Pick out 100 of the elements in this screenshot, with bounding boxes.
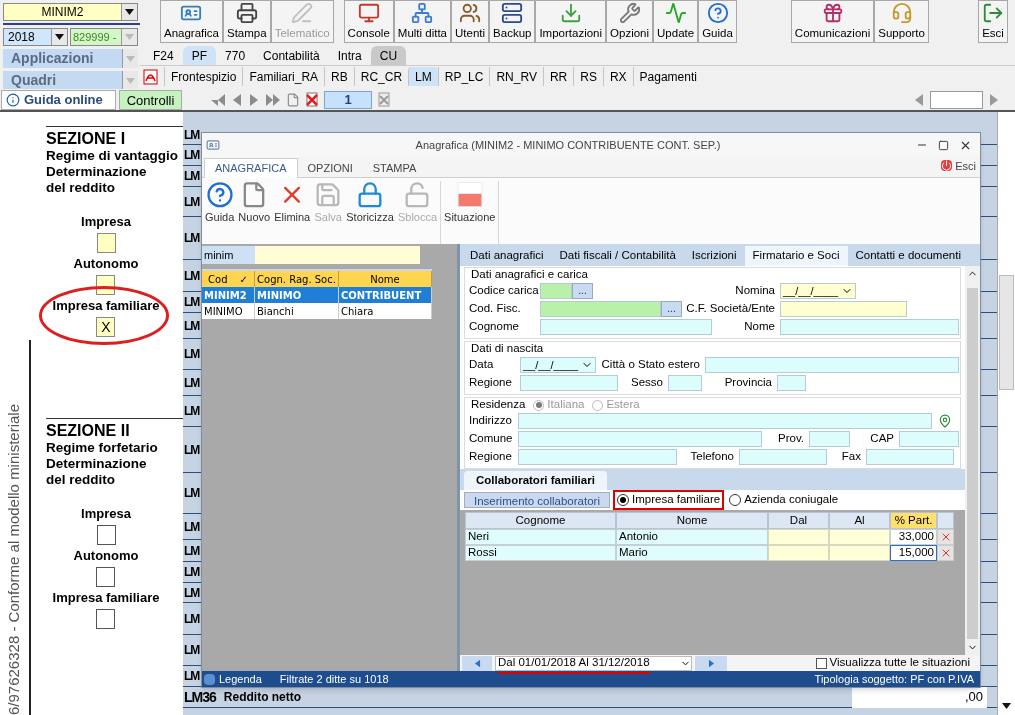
- double-right-arrow-icon[interactable]: [265, 92, 281, 107]
- input-field[interactable]: [930, 90, 983, 109]
- detail-tab[interactable]: Dati fiscali / Contabilità: [551, 246, 684, 266]
- column-header[interactable]: Cogn. Rag. Soc.: [257, 271, 336, 287]
- ribbon-button[interactable]: Situazione: [443, 181, 497, 225]
- caret-icon[interactable]: [1002, 703, 1011, 709]
- dropdown-button[interactable]: [121, 4, 137, 20]
- page-icon[interactable]: [286, 92, 300, 107]
- toolbar-button[interactable]: Esci: [978, 0, 1008, 43]
- input-field[interactable]: [668, 375, 702, 391]
- input-field[interactable]: [780, 319, 959, 335]
- detail-tab[interactable]: Dati anagrafici: [462, 246, 552, 266]
- input-field[interactable]: [777, 375, 806, 391]
- input-field[interactable]: [518, 413, 932, 429]
- toolbar-button[interactable]: Console: [343, 0, 394, 43]
- show-all-checkbox[interactable]: Visualizza tutte le situazioni: [815, 654, 970, 672]
- maximize-icon[interactable]: [938, 139, 949, 151]
- period-combo[interactable]: Dal 01/01/2018 Al 31/12/2018: [495, 655, 692, 671]
- dropdown-button[interactable]: [51, 29, 67, 45]
- scrollbar[interactable]: [997, 112, 1015, 715]
- app-tab[interactable]: Intra: [328, 46, 371, 65]
- toolbar-button[interactable]: Utenti: [451, 0, 490, 43]
- checkbox[interactable]: [96, 609, 116, 629]
- toolbar-button[interactable]: Opzioni: [606, 0, 654, 43]
- form-tab[interactable]: Frontespizio: [164, 67, 243, 86]
- previous-period-button[interactable]: [462, 655, 492, 671]
- toolbar-button[interactable]: Anagrafica: [160, 0, 223, 43]
- form-tab[interactable]: RX: [602, 67, 633, 86]
- amount-field[interactable]: ,00: [852, 686, 987, 708]
- page-number-field[interactable]: 1: [324, 90, 372, 109]
- toolbar-button[interactable]: Comunicazioni: [790, 0, 875, 43]
- table-cell[interactable]: 15,000: [890, 545, 937, 561]
- left-arrow-icon[interactable]: [472, 658, 482, 668]
- table-cell[interactable]: 33,000: [890, 529, 937, 545]
- radio-option[interactable]: Azienda coniugale: [727, 490, 841, 510]
- checkbox[interactable]: [96, 525, 116, 545]
- input-field[interactable]: [809, 431, 850, 447]
- form-tab[interactable]: RS: [573, 67, 603, 86]
- toolbar-button[interactable]: Guida: [698, 0, 737, 43]
- column-header[interactable]: Nome: [370, 271, 400, 287]
- delete-row-button[interactable]: [937, 545, 954, 561]
- form-tab[interactable]: Familiari_RA: [242, 67, 325, 86]
- scrollbar[interactable]: [965, 266, 980, 655]
- ribbon-tab[interactable]: ANAGRAFICA: [204, 158, 298, 178]
- app-tab[interactable]: PF: [182, 46, 217, 65]
- input-field[interactable]: [540, 319, 712, 335]
- input-field[interactable]: [518, 449, 677, 465]
- page-cross-icon[interactable]: [305, 92, 319, 107]
- ribbon-tab[interactable]: OPZIONI: [297, 158, 363, 178]
- column-header[interactable]: Cod: [208, 271, 228, 287]
- input-field[interactable]: [255, 246, 420, 264]
- app-tab[interactable]: CU: [370, 46, 407, 65]
- app-tab[interactable]: 770: [216, 46, 255, 65]
- lookup-button[interactable]: ...: [572, 283, 593, 299]
- legend-link[interactable]: Legenda: [219, 670, 262, 688]
- company-combo[interactable]: MINIM2: [3, 3, 138, 21]
- section-tab[interactable]: Collaboratori familiari: [464, 471, 607, 490]
- year-combo[interactable]: 2018: [3, 28, 68, 46]
- ribbon-button[interactable]: Elimina: [273, 181, 312, 225]
- checkbox[interactable]: [96, 567, 116, 587]
- toolbar-button[interactable]: Importazioni: [535, 0, 607, 43]
- input-field[interactable]: [780, 301, 907, 317]
- detail-tab[interactable]: Iscrizioni: [683, 246, 745, 266]
- right-arrow-icon[interactable]: [248, 92, 260, 107]
- date-field[interactable]: __/__/____: [520, 357, 596, 373]
- left-arrow-icon[interactable]: [913, 92, 925, 107]
- next-period-button[interactable]: [695, 655, 727, 671]
- scrollbar-thumb[interactable]: [999, 275, 1014, 390]
- input-field[interactable]: [739, 449, 827, 465]
- add-collaborators-button[interactable]: Inserimento collaboratori: [464, 492, 610, 508]
- input-field[interactable]: [540, 283, 572, 299]
- table-row[interactable]: MINIM2 MINIMO CONTRIBUENT: [202, 287, 432, 303]
- form-tab[interactable]: LM: [408, 67, 438, 86]
- delete-row-button[interactable]: [937, 529, 954, 545]
- toolbar-button[interactable]: Update: [653, 0, 699, 43]
- form-tab[interactable]: Pagamenti: [632, 67, 703, 86]
- input-field[interactable]: [866, 449, 954, 465]
- applications-combo[interactable]: Applicazioni: [3, 49, 138, 68]
- input-field[interactable]: [705, 357, 959, 373]
- map-pin-icon[interactable]: [938, 414, 952, 428]
- right-arrow-icon[interactable]: [706, 658, 716, 668]
- double-left-arrow-icon[interactable]: [210, 92, 226, 107]
- toolbar-button[interactable]: Supporto: [874, 0, 929, 43]
- checks-button[interactable]: Controlli: [119, 89, 182, 110]
- lookup-button[interactable]: ...: [661, 301, 682, 317]
- toolbar-button[interactable]: Multi ditta: [393, 0, 451, 43]
- form-tab[interactable]: RP_LC: [437, 67, 490, 86]
- input-field[interactable]: [520, 375, 618, 391]
- app-tab[interactable]: Contabilità: [254, 46, 329, 65]
- page-cross-icon[interactable]: [377, 92, 391, 107]
- toolbar-button[interactable]: Backup: [489, 0, 536, 43]
- input-field[interactable]: [518, 431, 762, 447]
- online-help-button[interactable]: Guida online: [1, 89, 116, 110]
- right-arrow-icon[interactable]: [988, 92, 1000, 107]
- date-field[interactable]: __/__/____: [780, 283, 856, 299]
- pdf-icon[interactable]: [143, 68, 158, 85]
- input-field[interactable]: [540, 301, 661, 317]
- detail-tab[interactable]: Contatti e documenti: [847, 246, 969, 266]
- ribbon-button[interactable]: Guida: [204, 181, 236, 225]
- exit-button[interactable]: Esci: [941, 157, 976, 174]
